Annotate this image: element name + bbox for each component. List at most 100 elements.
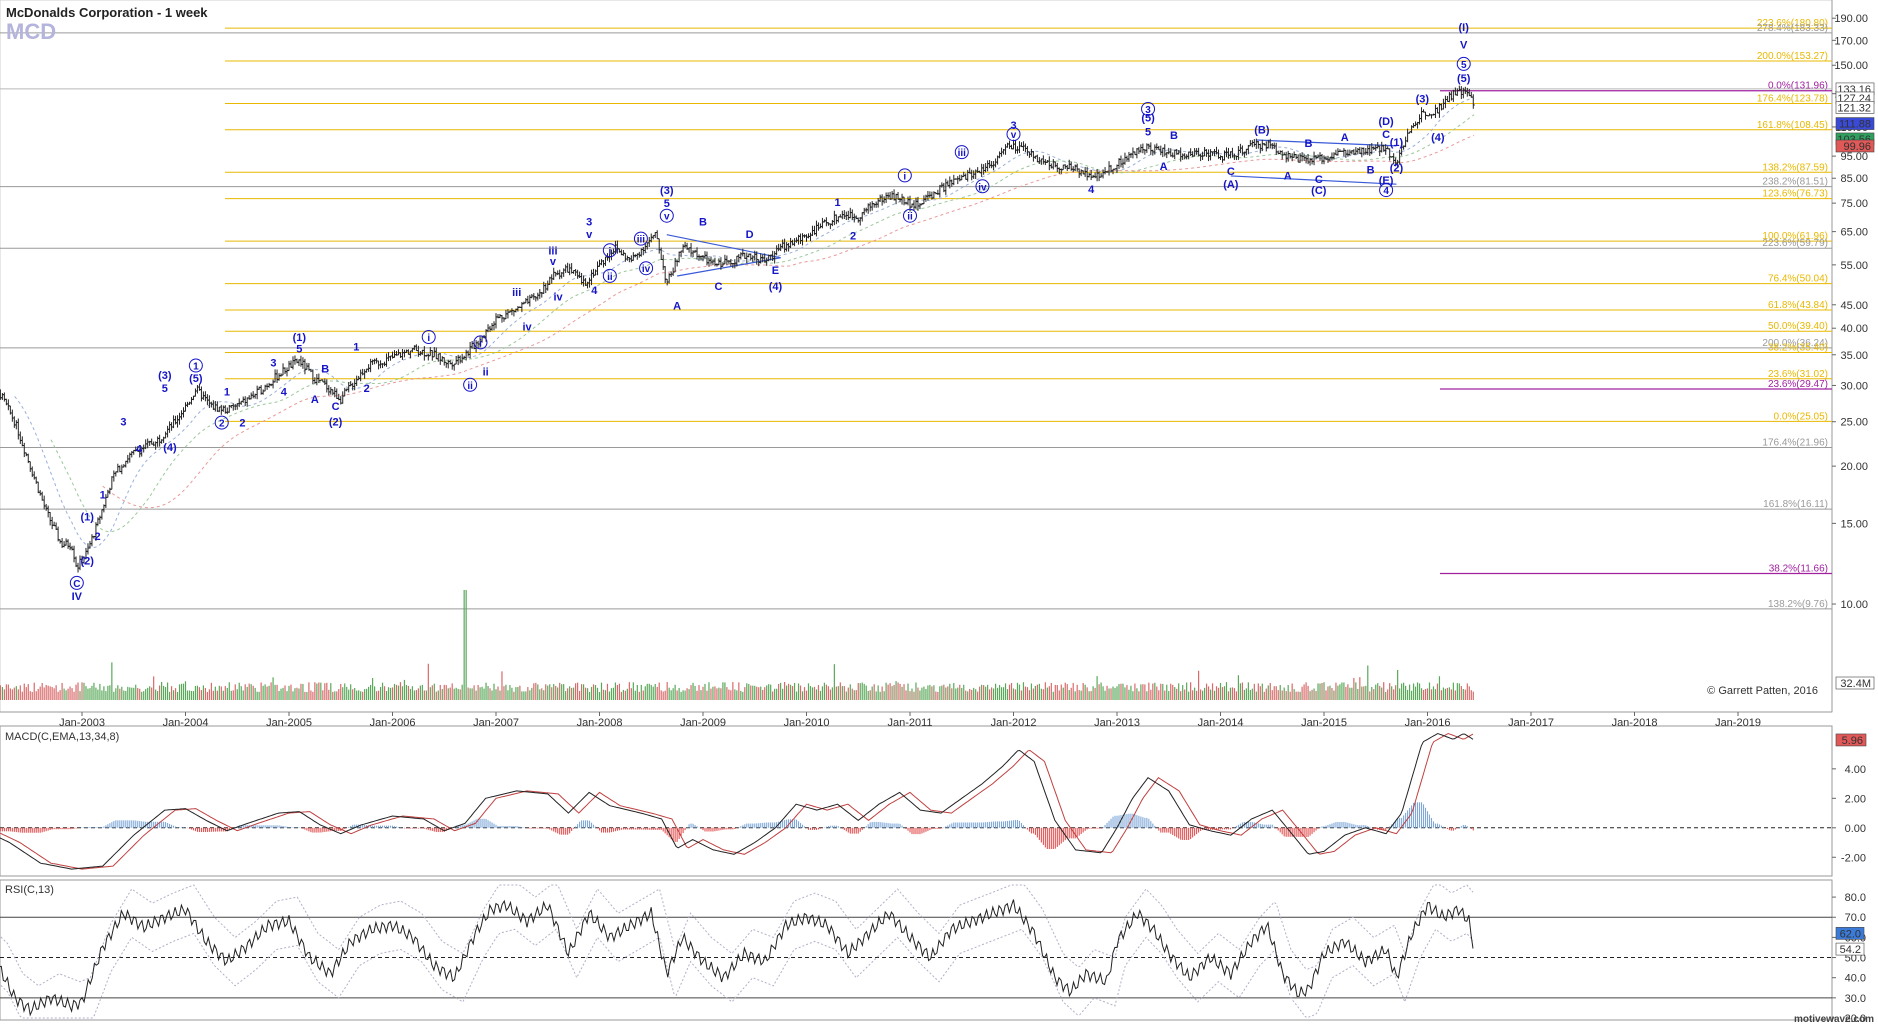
x-tick-label: Jan-2008 bbox=[577, 717, 623, 729]
x-tick-label: Jan-2005 bbox=[266, 717, 312, 729]
wave-label: iii bbox=[637, 235, 646, 246]
wave-label: 4 bbox=[1088, 184, 1095, 196]
price-panel: 223.6%(180.80)278.4%(183.33)200.0%(153.2… bbox=[0, 0, 1875, 713]
fib-level-label: 38.2%(11.66) bbox=[1769, 563, 1828, 574]
wave-label: C bbox=[332, 401, 340, 413]
wave-label: 5 bbox=[1145, 126, 1151, 138]
x-tick-label: Jan-2011 bbox=[887, 717, 932, 729]
macd-value-label: 5.96 bbox=[1842, 735, 1863, 747]
x-tick-label: Jan-2003 bbox=[59, 717, 105, 729]
price-tick-label: 55.00 bbox=[1840, 260, 1868, 272]
fib-level-label: 200.0%(153.27) bbox=[1757, 51, 1828, 62]
wave-label: (4) bbox=[769, 281, 783, 293]
wave-label: (5) bbox=[1141, 113, 1155, 125]
wave-label: 1 bbox=[193, 362, 199, 373]
copyright-note: © Garrett Patten, 2016 bbox=[1707, 685, 1818, 697]
chart-canvas: 223.6%(180.80)278.4%(183.33)200.0%(153.2… bbox=[0, 0, 1878, 1026]
wave-label: 2 bbox=[850, 230, 856, 242]
chart-title: McDonalds Corporation - 1 week bbox=[6, 5, 208, 20]
fib-level-label: 176.4%(21.96) bbox=[1762, 438, 1828, 449]
fib-level-label: 0.0%(25.05) bbox=[1774, 411, 1828, 422]
wave-label: 1 bbox=[834, 197, 840, 209]
wave-label: iii bbox=[512, 287, 521, 299]
fib-level-label: 38.2%(35.40) bbox=[1768, 343, 1828, 354]
price-tick-label: 75.00 bbox=[1840, 198, 1868, 210]
fib-level-label: 76.4%(50.04) bbox=[1768, 274, 1828, 285]
wave-label: 5 bbox=[1461, 60, 1467, 71]
wave-label: C bbox=[715, 281, 723, 293]
fib-level-label: 176.4%(123.78) bbox=[1757, 93, 1828, 104]
wave-label: C bbox=[1227, 166, 1235, 178]
price-tick-label: 30.00 bbox=[1840, 380, 1868, 392]
wave-label: i bbox=[427, 333, 430, 344]
x-tick-label: Jan-2006 bbox=[370, 717, 416, 729]
wave-label: 4 bbox=[591, 285, 598, 297]
wave-label: (4) bbox=[163, 442, 177, 454]
wave-label: i bbox=[479, 338, 482, 349]
wave-label: (1) bbox=[1390, 137, 1404, 149]
macd-tick-label: -2.00 bbox=[1841, 852, 1866, 864]
wave-label: (5) bbox=[189, 373, 203, 385]
wave-label: ii bbox=[607, 272, 613, 283]
wave-label: 4 bbox=[1383, 186, 1389, 197]
footer-brand: motivewave.com bbox=[1794, 1014, 1874, 1025]
rsi-tick-label: 30.0 bbox=[1845, 993, 1866, 1005]
price-tick-label: 170.00 bbox=[1834, 35, 1868, 47]
wave-label: ii bbox=[467, 381, 473, 392]
wave-label: iv bbox=[978, 182, 987, 193]
wave-label: 4 bbox=[136, 444, 143, 456]
x-tick-label: Jan-2007 bbox=[473, 717, 519, 729]
wave-label: v bbox=[1011, 130, 1017, 141]
fib-level-label: 23.6%(29.47) bbox=[1768, 379, 1828, 390]
wave-label: 3 bbox=[120, 417, 126, 429]
wave-label: 2 bbox=[364, 383, 370, 395]
wave-label: 1 bbox=[100, 489, 106, 501]
rsi-value-label: 54.2 bbox=[1840, 944, 1861, 956]
wave-label: (A) bbox=[1223, 179, 1239, 191]
wave-label: (2) bbox=[1390, 162, 1404, 174]
wave-label: (B) bbox=[1254, 124, 1270, 136]
wave-label: C bbox=[73, 579, 80, 590]
price-tick-label: 65.00 bbox=[1840, 227, 1868, 239]
rsi-value-label: 62.0 bbox=[1840, 928, 1861, 940]
wave-label: ii bbox=[907, 212, 913, 223]
wave-label: (4) bbox=[1431, 132, 1445, 144]
wave-label: (2) bbox=[80, 555, 94, 567]
wave-label: (1) bbox=[80, 512, 94, 524]
fib-level-label: 138.2%(9.76) bbox=[1768, 599, 1828, 610]
rsi-panel: 20.030.040.050.060.070.080.062.054.2 bbox=[0, 879, 1866, 1025]
fib-level-label: 61.8%(43.84) bbox=[1768, 300, 1828, 311]
fib-level-label: 238.2%(81.51) bbox=[1762, 177, 1828, 188]
wave-label: v bbox=[664, 212, 670, 223]
wave-label: B bbox=[321, 364, 329, 376]
x-tick-label: Jan-2019 bbox=[1715, 717, 1761, 729]
wave-label: (5) bbox=[1457, 73, 1471, 85]
x-tick-label: Jan-2010 bbox=[784, 717, 830, 729]
wave-label: B bbox=[699, 217, 707, 229]
fib-level-label: 0.0%(131.96) bbox=[1768, 81, 1828, 92]
wave-label: (D) bbox=[1378, 116, 1394, 128]
macd-tick-label: 0.00 bbox=[1845, 823, 1866, 835]
price-tick-label: 45.00 bbox=[1840, 300, 1868, 312]
wave-label: A bbox=[1341, 132, 1349, 144]
wave-label: 2 bbox=[94, 531, 100, 543]
wave-label: 5 bbox=[664, 198, 670, 210]
wave-label: ii bbox=[483, 367, 489, 379]
wave-label: (3) bbox=[660, 185, 674, 197]
wave-label: v bbox=[586, 229, 593, 241]
x-tick-label: Jan-2014 bbox=[1198, 717, 1244, 729]
x-tick-label: Jan-2004 bbox=[163, 717, 209, 729]
wave-label: i bbox=[903, 171, 906, 182]
price-tick-label: 85.00 bbox=[1840, 173, 1868, 185]
fib-level-label: 161.8%(16.11) bbox=[1763, 499, 1828, 510]
wave-label: A bbox=[1160, 161, 1168, 173]
wave-label: 1 bbox=[224, 387, 230, 399]
wave-label: B bbox=[1367, 165, 1375, 177]
wave-label: i bbox=[608, 246, 611, 257]
wave-label: E bbox=[772, 265, 779, 277]
price-tick-label: 25.00 bbox=[1840, 417, 1868, 429]
wave-label: 4 bbox=[281, 387, 288, 399]
price-tick-label: 10.00 bbox=[1840, 599, 1868, 611]
wave-label: B bbox=[1170, 130, 1178, 142]
symbol-watermark: MCD bbox=[6, 19, 56, 44]
